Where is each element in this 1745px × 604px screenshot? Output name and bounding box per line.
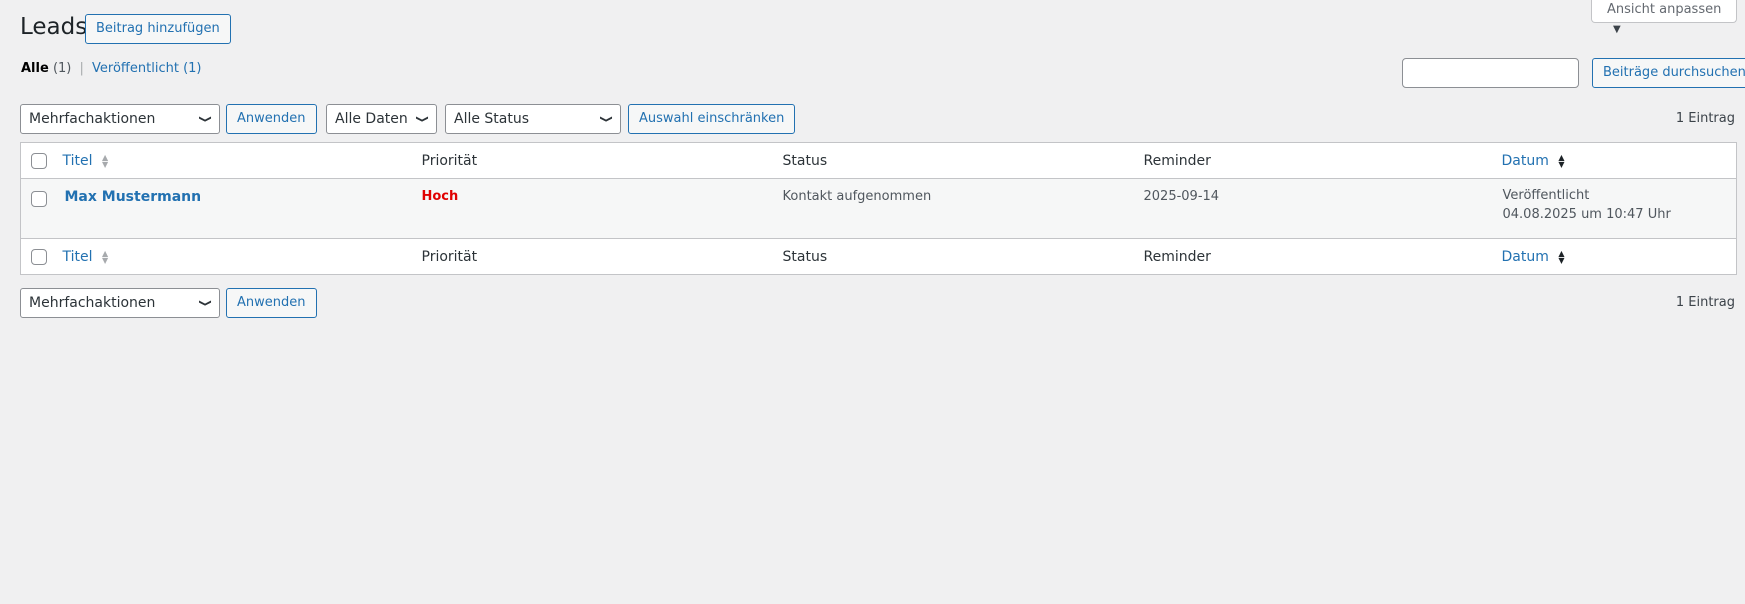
view-all-link[interactable]: Alle [21, 61, 49, 76]
table-footer-row: Titel ▲ ▼ Priorität Status Reminder Datum… [20, 238, 1737, 275]
status-filter-value: Alle Status [454, 111, 530, 127]
row-checkbox[interactable] [31, 191, 47, 207]
table-row: Max Mustermann Hoch Kontakt aufgenommen … [20, 178, 1737, 239]
item-count-bottom: 1 Eintrag [1675, 295, 1735, 310]
column-status-header: Status [782, 152, 828, 169]
column-reminder-footer: Reminder [1143, 248, 1211, 265]
apply-bulk-button-top[interactable]: Anwenden [226, 104, 317, 134]
sort-date-link-bottom[interactable]: Datum [1502, 249, 1549, 265]
bulk-action-select-bottom[interactable]: Mehrfachaktionen ❯ [20, 288, 220, 318]
priority-value: Hoch [421, 189, 459, 204]
reminder-value: 2025-09-14 [1143, 189, 1220, 204]
view-all-count: (1) [52, 61, 72, 76]
sort-arrows-icon: ▲ ▼ [1558, 248, 1565, 265]
chevron-down-icon: ❯ [599, 114, 614, 124]
view-filters: Alle (1) | Veröffentlicht (1) [21, 61, 202, 76]
search-input[interactable] [1402, 58, 1579, 88]
date-filter-value: Alle Daten [335, 111, 408, 127]
date-value: 04.08.2025 um 10:47 Uhr [1502, 207, 1671, 222]
column-priority-header: Priorität [421, 152, 478, 169]
search-button[interactable]: Beiträge durchsuchen [1592, 58, 1745, 88]
sort-arrows-icon: ▲ ▼ [101, 248, 109, 265]
column-date-header[interactable]: Datum ▲ ▼ [1502, 143, 1737, 179]
chevron-down-icon: ❯ [198, 298, 213, 308]
add-post-button[interactable]: Beitrag hinzufügen [85, 14, 231, 44]
bulk-action-value: Mehrfachaktionen [29, 111, 156, 127]
chevron-down-icon: ❯ [415, 114, 430, 124]
status-value: Kontakt aufgenommen [782, 189, 932, 204]
page-title: Leads [20, 14, 88, 40]
screen-options-toggle[interactable]: Ansicht anpassen ▼ [1591, 0, 1737, 35]
select-all-checkbox[interactable] [31, 152, 47, 169]
screen-options-label: Ansicht anpassen [1607, 2, 1722, 17]
status-filter-select[interactable]: Alle Status ❯ [445, 104, 621, 134]
apply-bulk-button-bottom[interactable]: Anwenden [226, 288, 317, 318]
leads-table: Titel ▲ ▼ Priorität Status Reminder Datum… [20, 142, 1737, 275]
column-priority-footer: Priorität [421, 248, 478, 265]
view-published-link[interactable]: Veröffentlicht [92, 61, 179, 76]
sort-title-link-bottom[interactable]: Titel [63, 249, 93, 265]
column-reminder-header: Reminder [1143, 152, 1211, 169]
sort-title-link[interactable]: Titel [63, 153, 93, 169]
row-title-link[interactable]: Max Mustermann [65, 189, 202, 205]
sort-arrows-icon: ▲ ▼ [101, 152, 109, 169]
view-separator: | [79, 61, 84, 76]
column-title-header[interactable]: Titel ▲ ▼ [61, 143, 422, 179]
column-title-footer[interactable]: Titel ▲ ▼ [61, 239, 422, 275]
bulk-action-value-bottom: Mehrfachaktionen [29, 295, 156, 311]
table-header-row: Titel ▲ ▼ Priorität Status Reminder Datum… [20, 143, 1737, 179]
item-count-top: 1 Eintrag [1675, 111, 1735, 126]
column-status-footer: Status [782, 248, 828, 265]
column-date-footer[interactable]: Datum ▲ ▼ [1502, 239, 1737, 275]
chevron-down-icon: ❯ [198, 114, 213, 124]
view-published-count: (1) [183, 61, 202, 76]
date-filter-select[interactable]: Alle Daten ❯ [326, 104, 437, 134]
triangle-down-icon: ▼ [1613, 24, 1621, 35]
select-all-checkbox-bottom[interactable] [31, 248, 47, 265]
sort-arrows-icon: ▲ ▼ [1558, 152, 1565, 169]
filter-button[interactable]: Auswahl einschränken [628, 104, 796, 134]
date-status-value: Veröffentlicht [1502, 188, 1590, 203]
bulk-action-select-top[interactable]: Mehrfachaktionen ❯ [20, 104, 220, 134]
sort-date-link[interactable]: Datum [1502, 153, 1549, 169]
